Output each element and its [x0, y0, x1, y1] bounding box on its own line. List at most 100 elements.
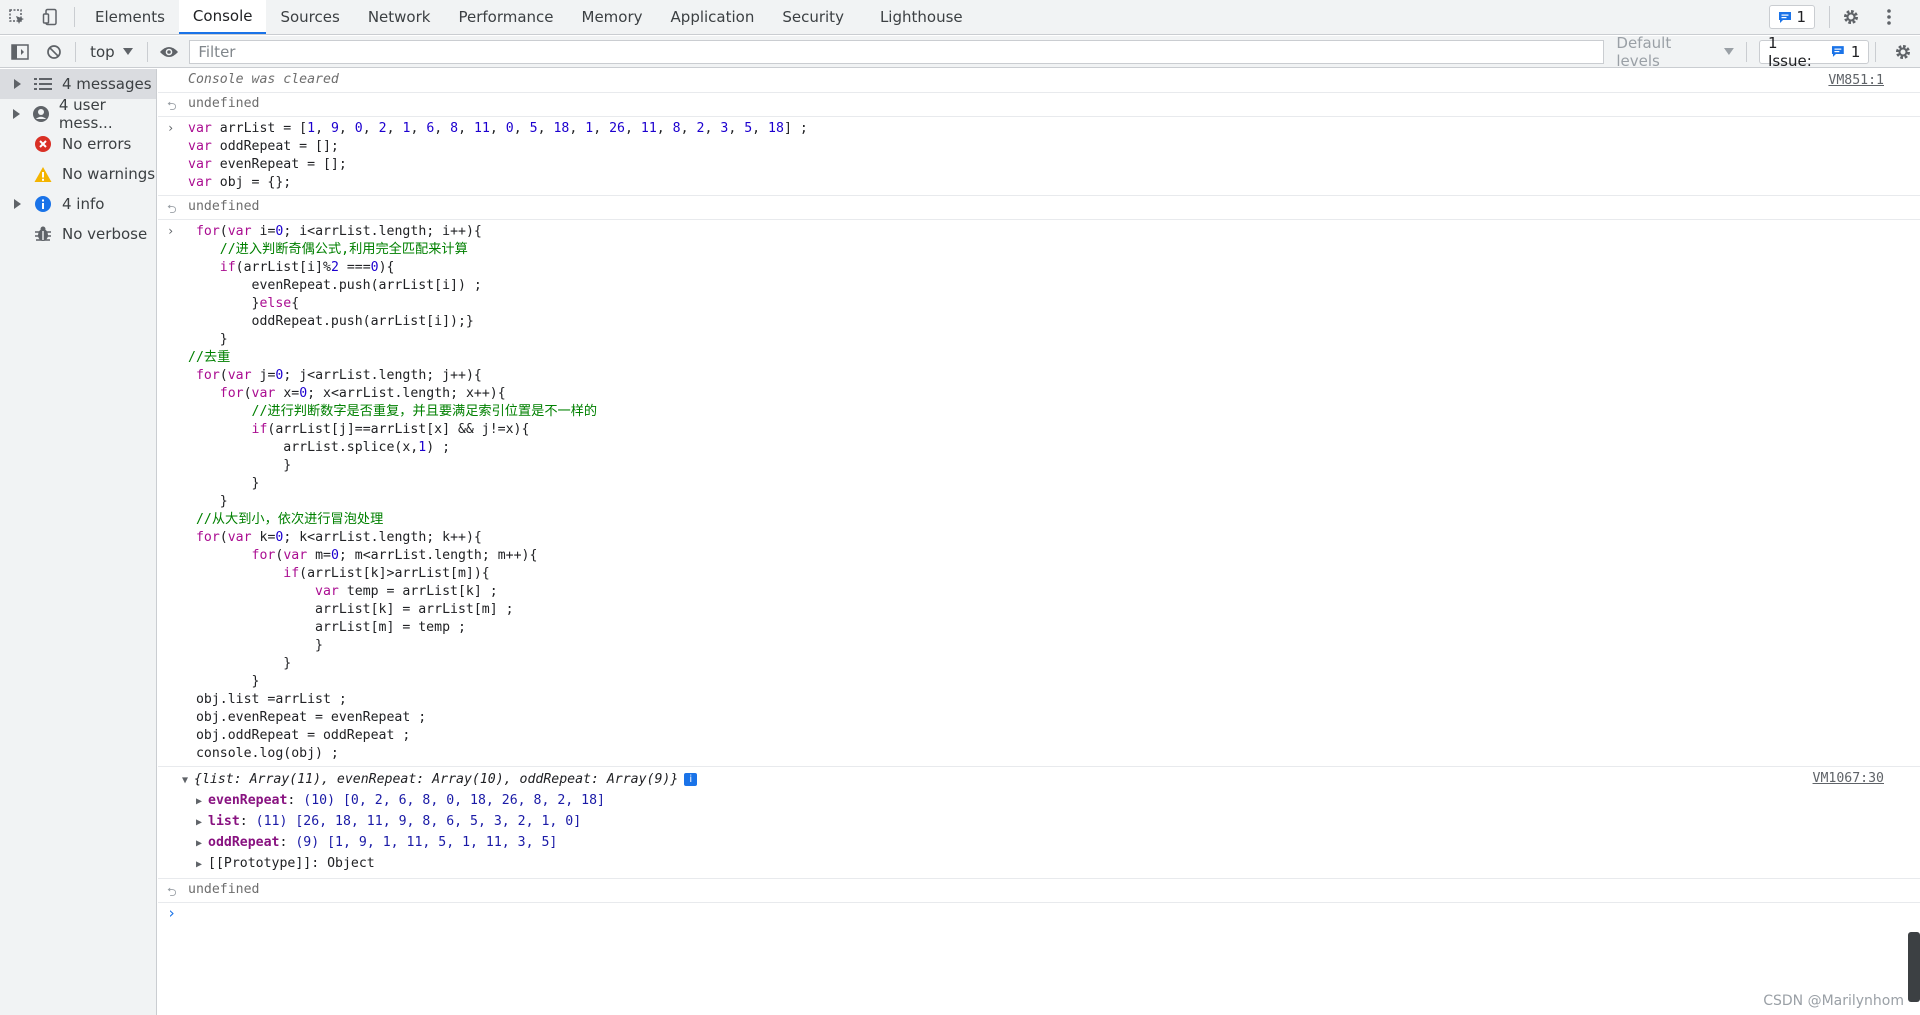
settings-gear-icon[interactable] [1834, 0, 1868, 34]
more-options-icon[interactable] [1872, 0, 1906, 34]
console-input-row: › var arrList = [1, 9, 0, 2, 1, 6, 8, 11… [158, 117, 1920, 196]
scrollbar-thumb[interactable] [1908, 932, 1920, 1002]
device-toolbar-icon[interactable] [34, 0, 68, 34]
expand-arrow-icon[interactable]: ▶ [196, 792, 208, 812]
console-settings-gear-icon[interactable] [1886, 35, 1920, 69]
sidebar-item-label: 4 info [62, 195, 105, 213]
source-link[interactable]: VM1067:30 [1813, 771, 1884, 786]
dropdown-arrow-icon [122, 48, 133, 55]
tab-console[interactable]: Console [178, 0, 267, 34]
expand-arrow-icon[interactable] [8, 109, 25, 119]
show-sidebar-icon[interactable] [0, 35, 40, 69]
result-value: undefined [188, 96, 260, 111]
object-summary-line[interactable]: ▼ {list: Array(11), evenRepeat: Array(10)… [182, 770, 1920, 791]
messages-counter-button[interactable]: 1 [1769, 5, 1815, 29]
prompt-chevron-icon: › [167, 904, 177, 922]
levels-label: Default levels [1616, 33, 1672, 70]
expand-arrow-icon[interactable]: ▶ [196, 855, 208, 875]
tab-sources[interactable]: Sources [266, 0, 353, 34]
clear-console-icon[interactable] [40, 35, 70, 69]
object-property[interactable]: ▶ list: (11) [26, 18, 11, 9, 8, 6, 5, 3, … [182, 812, 1920, 833]
sidebar-item-warnings[interactable]: No warnings [0, 159, 156, 189]
issues-button[interactable]: 1 Issue: 1 [1758, 34, 1870, 70]
property-value: (10) [0, 2, 6, 8, 0, 18, 26, 8, 2, 18] [303, 793, 605, 808]
list-icon [32, 77, 54, 91]
tabbar-divider [74, 7, 75, 27]
property-key: evenRepeat [208, 793, 288, 808]
code-block: for(var i=0; i<arrList.length; i++){ //进… [188, 224, 598, 761]
result-arrow-icon: ⮌ [167, 99, 177, 113]
verbose-bug-icon [32, 225, 54, 243]
result-arrow-icon: ⮌ [167, 885, 177, 899]
source-link[interactable]: VM851:1 [1828, 73, 1884, 88]
sidebar-item-messages[interactable]: 4 messages [0, 69, 156, 99]
property-value: (11) [26, 18, 11, 9, 8, 6, 5, 3, 2, 1, 0… [255, 814, 582, 829]
toolbar-divider [146, 41, 148, 62]
console-prompt[interactable]: › [158, 903, 1920, 927]
result-value: undefined [188, 882, 260, 897]
tab-network[interactable]: Network [354, 0, 445, 34]
collapse-arrow-icon[interactable]: ▼ [182, 771, 194, 791]
tab-application[interactable]: Application [657, 0, 769, 34]
sidebar-item-info[interactable]: 4 info [0, 189, 156, 219]
sidebar-item-errors[interactable]: No errors [0, 129, 156, 159]
cleared-text: Console was cleared [188, 72, 339, 87]
tab-security[interactable]: Security [768, 0, 858, 34]
console-input-row: › for(var i=0; i<arrList.length; i++){ /… [158, 220, 1920, 767]
object-property[interactable]: ▶ oddRepeat: (9) [1, 9, 1, 11, 5, 1, 11, … [182, 833, 1920, 854]
sidebar-item-label: 4 user mess... [58, 96, 113, 132]
tab-memory[interactable]: Memory [568, 0, 657, 34]
toolbar-divider [1745, 41, 1747, 62]
warning-icon [32, 166, 54, 183]
console-output: Console was cleared VM851:1 ⮌ undefined … [158, 69, 1920, 1015]
messages-count: 1 [1796, 8, 1806, 26]
expand-arrow-icon[interactable] [8, 199, 26, 209]
sidebar-item-label: 4 messages [62, 75, 152, 93]
prototype-text: [[Prototype]]: Object [208, 856, 375, 871]
sidebar-item-label: No verbose [62, 225, 148, 243]
context-label: top [90, 42, 115, 61]
sidebar-item-verbose[interactable]: No verbose [0, 219, 156, 249]
input-chevron-icon: › [167, 224, 175, 238]
object-prototype[interactable]: ▶ [[Prototype]]: Object [182, 854, 1920, 875]
console-result-row: ⮌ undefined [158, 196, 1920, 220]
sidebar-item-label: No warnings [62, 165, 156, 183]
input-chevron-icon: › [167, 121, 175, 135]
property-key: list [208, 814, 240, 829]
expand-arrow-icon[interactable]: ▶ [196, 834, 208, 854]
filter-placeholder: Filter [198, 42, 236, 61]
live-expression-eye-icon[interactable] [154, 35, 184, 69]
expand-arrow-icon[interactable] [8, 79, 26, 89]
message-icon [1832, 46, 1844, 57]
code-block: var arrList = [1, 9, 0, 2, 1, 6, 8, 11, … [188, 121, 808, 190]
tab-lighthouse[interactable]: Lighthouse [866, 0, 977, 34]
console-result-row: ⮌ undefined [158, 93, 1920, 117]
tabbar-right-divider [1829, 6, 1830, 28]
log-levels-dropdown[interactable]: Default levels [1616, 34, 1734, 70]
toolbar-divider [1875, 41, 1877, 62]
filter-input[interactable]: Filter [189, 39, 1605, 64]
inspect-element-icon[interactable] [0, 0, 34, 34]
context-selector[interactable]: top [82, 43, 141, 61]
console-log-object-row: ▼ {list: Array(11), evenRepeat: Array(10)… [158, 767, 1920, 879]
toolbar-divider [75, 41, 77, 62]
issues-label: 1 Issue: [1767, 33, 1812, 70]
sidebar-item-user-messages[interactable]: 4 user mess... [0, 96, 156, 132]
tab-elements[interactable]: Elements [81, 0, 179, 34]
tab-performance[interactable]: Performance [444, 0, 567, 34]
result-value: undefined [188, 199, 260, 214]
object-summary: {list: Array(11), evenRepeat: Array(10),… [194, 772, 679, 787]
property-key: oddRepeat [208, 835, 280, 850]
info-badge-icon[interactable]: i [684, 772, 698, 786]
console-cleared-message: Console was cleared VM851:1 [158, 69, 1920, 93]
sidebar-item-label: No errors [62, 135, 132, 153]
object-property[interactable]: ▶ evenRepeat: (10) [0, 2, 6, 8, 0, 18, 26… [182, 791, 1920, 812]
issues-count: 1 [1850, 42, 1861, 61]
devtools-tabbar: Elements Console Sources Network Perform… [0, 0, 1920, 35]
console-result-row: ⮌ undefined [158, 879, 1920, 903]
result-arrow-icon: ⮌ [167, 202, 177, 216]
expand-arrow-icon[interactable]: ▶ [196, 813, 208, 833]
info-icon [32, 195, 54, 213]
console-sidebar: 4 messages 4 user mess... No errors No w… [0, 69, 157, 1015]
console-toolbar: top Filter Default levels 1 Issue: 1 [0, 34, 1920, 70]
